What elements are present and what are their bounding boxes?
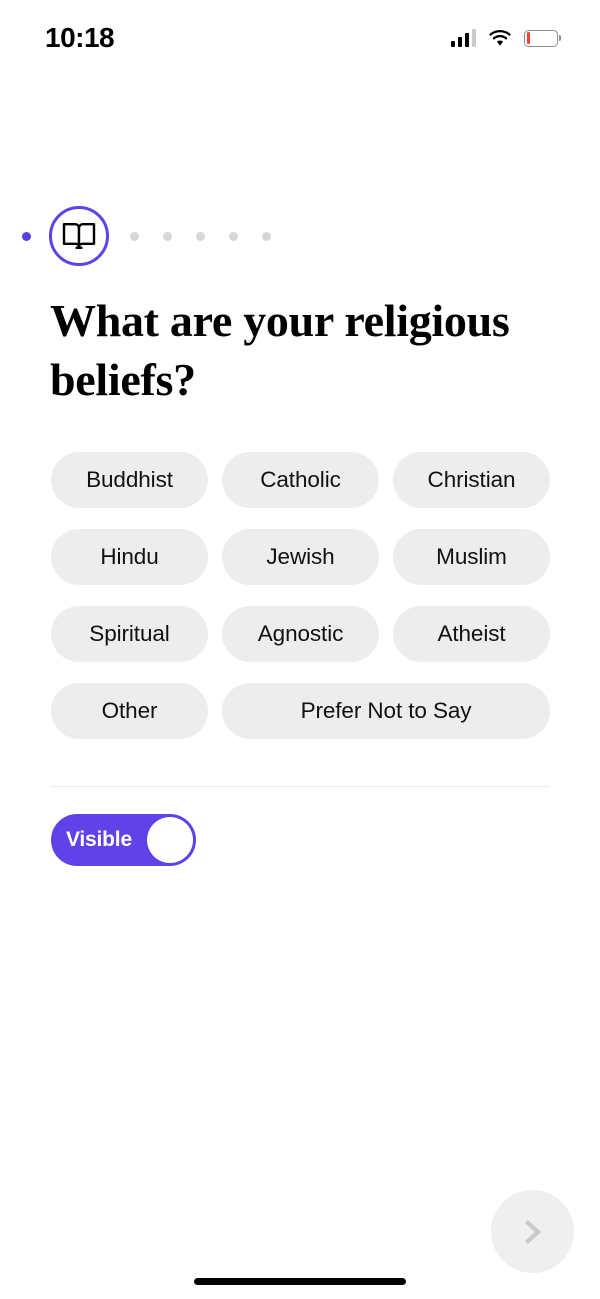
option-chip-other[interactable]: Other <box>51 683 208 739</box>
option-chip-agnostic[interactable]: Agnostic <box>222 606 379 662</box>
battery-fill <box>526 32 531 44</box>
option-chip-atheist[interactable]: Atheist <box>393 606 550 662</box>
stepper-dot-upcoming <box>130 231 139 241</box>
stepper-current-step[interactable] <box>49 206 109 266</box>
cellular-signal-icon <box>450 29 476 47</box>
visibility-toggle[interactable]: Visible <box>51 814 196 866</box>
status-bar-time: 10:18 <box>45 22 115 53</box>
page-title: What are your religious beliefs? <box>50 295 510 405</box>
option-chip-catholic[interactable]: Catholic <box>222 452 379 508</box>
option-chip-muslim[interactable]: Muslim <box>393 529 550 585</box>
phone-screen: 10:18 What are your religious beliefs? B… <box>0 0 600 1299</box>
status-bar: 10:18 <box>0 0 600 72</box>
option-chip-christian[interactable]: Christian <box>393 452 550 508</box>
section-divider <box>50 786 550 787</box>
open-book-icon <box>62 221 96 251</box>
stepper-dot-upcoming <box>229 231 238 241</box>
status-bar-icons <box>450 25 558 47</box>
stepper-dot-upcoming <box>262 231 271 241</box>
stepper-dot-completed <box>22 231 31 241</box>
stepper-dot-upcoming <box>163 231 172 241</box>
visibility-toggle-label: Visible <box>66 828 132 851</box>
next-button[interactable] <box>491 1190 574 1273</box>
home-indicator <box>194 1278 406 1285</box>
battery-low-icon <box>524 29 558 47</box>
option-chip-jewish[interactable]: Jewish <box>222 529 379 585</box>
option-chip-prefer-not-to-say[interactable]: Prefer Not to Say <box>222 683 550 739</box>
wifi-icon <box>488 29 512 47</box>
religion-options-group: Buddhist Catholic Christian Hindu Jewish… <box>51 452 550 739</box>
option-chip-hindu[interactable]: Hindu <box>51 529 208 585</box>
option-chip-spiritual[interactable]: Spiritual <box>51 606 208 662</box>
stepper-dot-upcoming <box>196 231 205 241</box>
chevron-right-icon <box>520 1217 546 1247</box>
visibility-toggle-knob[interactable] <box>147 817 193 863</box>
option-chip-buddhist[interactable]: Buddhist <box>51 452 208 508</box>
onboarding-stepper <box>0 205 600 267</box>
